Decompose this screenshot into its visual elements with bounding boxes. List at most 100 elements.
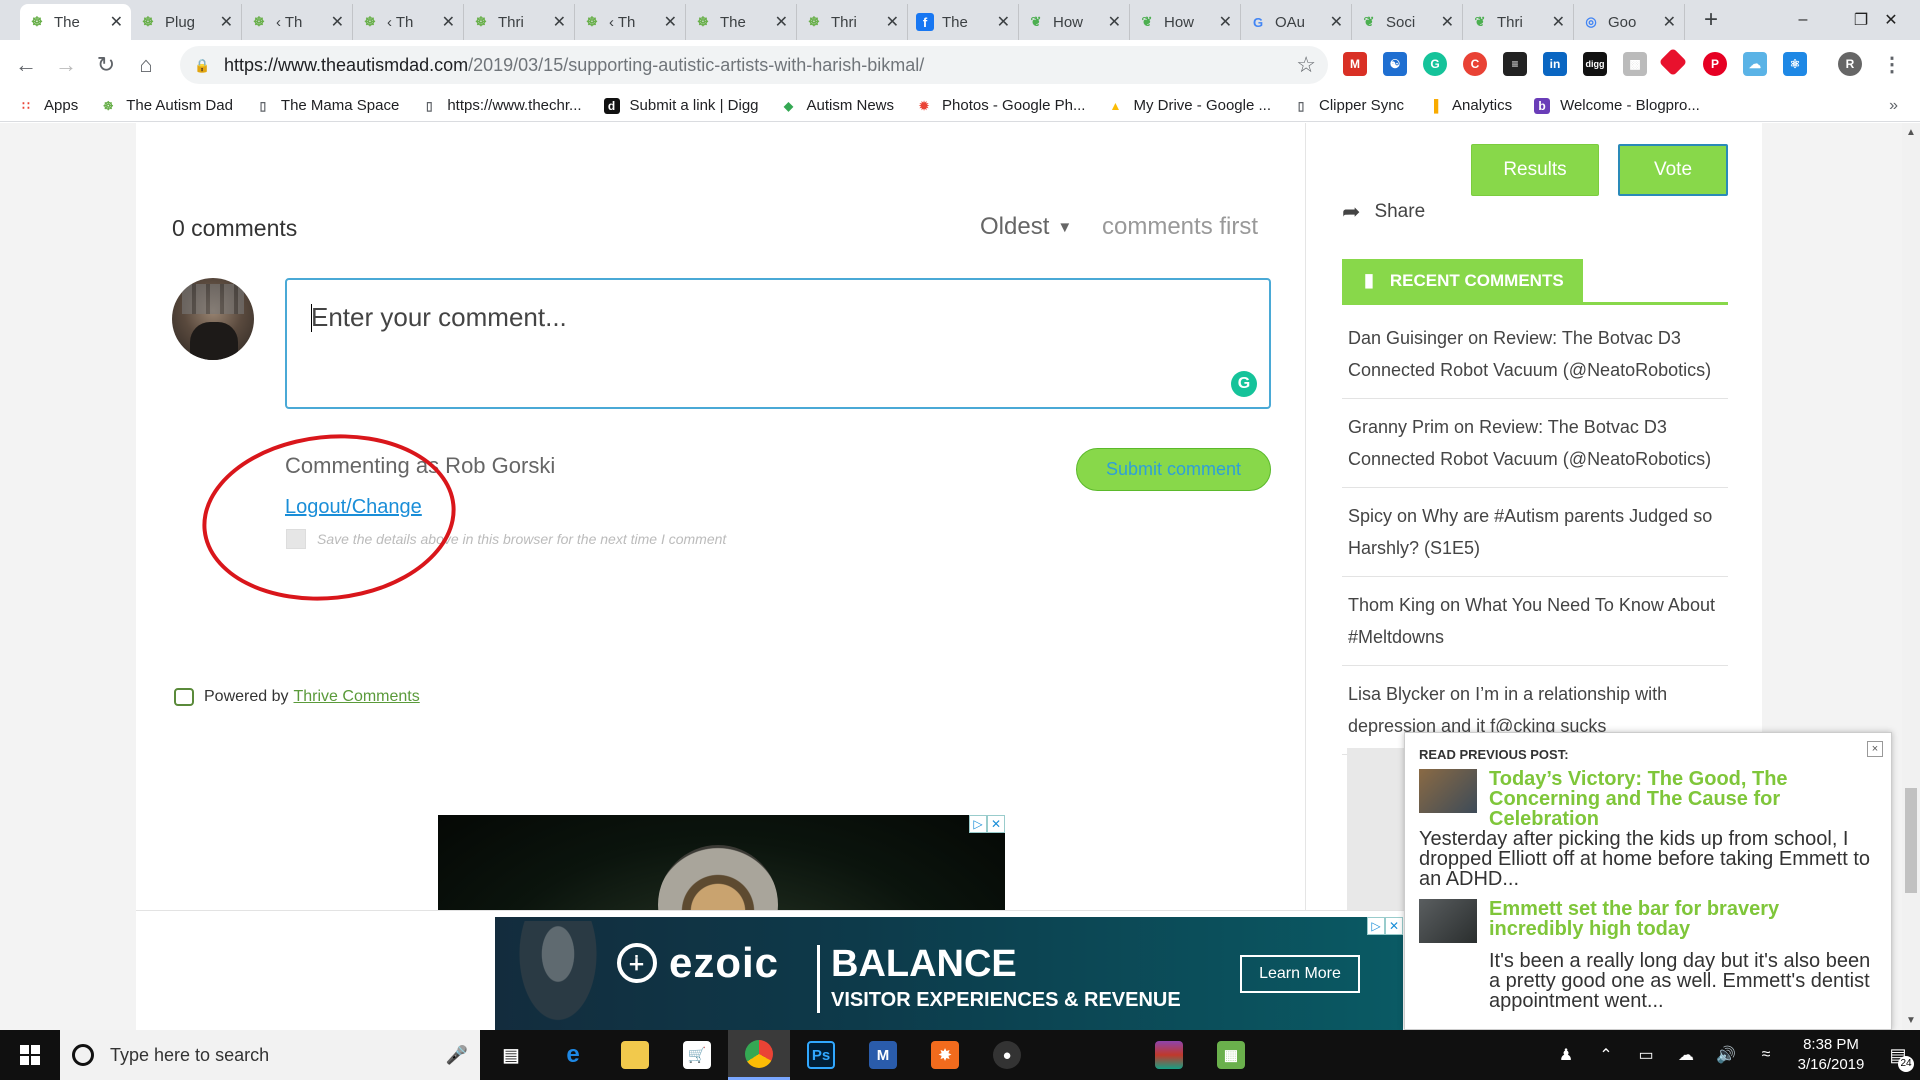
reload-button[interactable]: ↻ bbox=[86, 45, 126, 85]
prev-post-headline[interactable]: Today’s Victory: The Good, The Concernin… bbox=[1489, 769, 1869, 829]
tab-close-icon[interactable]: ✕ bbox=[1330, 12, 1343, 32]
browser-tab[interactable]: ❦ Thri ✕ bbox=[1463, 4, 1574, 40]
browser-tab[interactable]: ◎ Goo ✕ bbox=[1574, 4, 1685, 40]
buffer-extension-icon[interactable]: ≡ bbox=[1503, 52, 1527, 76]
scroll-down-icon[interactable]: ▼ bbox=[1906, 1015, 1916, 1026]
digg-extension-icon[interactable]: digg bbox=[1583, 52, 1607, 76]
adchoices-icon[interactable]: ▷ bbox=[969, 815, 987, 833]
pinterest-extension-icon[interactable]: P bbox=[1703, 52, 1727, 76]
taskbar-clock[interactable]: 8:38 PM 3/16/2019 bbox=[1786, 1035, 1876, 1075]
task-view-button[interactable]: ▤ bbox=[480, 1030, 542, 1080]
browser-tab[interactable]: ☸ ‹ Th ✕ bbox=[353, 4, 464, 40]
back-button[interactable]: ← bbox=[6, 45, 46, 85]
home-button[interactable]: ⌂ bbox=[126, 45, 166, 85]
profile-extension-icon[interactable]: ☯ bbox=[1383, 52, 1407, 76]
people-icon[interactable]: ♟ bbox=[1546, 1045, 1586, 1065]
onedrive-icon[interactable]: ☁ bbox=[1666, 1045, 1706, 1065]
scroll-thumb[interactable] bbox=[1905, 788, 1917, 893]
tab-close-icon[interactable]: ✕ bbox=[220, 12, 233, 32]
thrive-comments-link[interactable]: Thrive Comments bbox=[294, 688, 420, 706]
next-post-headline[interactable]: Emmett set the bar for bravery incredibl… bbox=[1489, 899, 1869, 939]
bookmark-item[interactable]: ✹ Photos - Google Ph... bbox=[916, 97, 1085, 114]
tab-close-icon[interactable]: ✕ bbox=[1441, 12, 1454, 32]
bookmark-item[interactable]: b Welcome - Blogpro... bbox=[1534, 97, 1700, 114]
evernote-extension-icon[interactable]: C bbox=[1463, 52, 1487, 76]
tab-close-icon[interactable]: ✕ bbox=[331, 12, 344, 32]
share-button[interactable]: ➦ Share bbox=[1342, 199, 1425, 225]
forward-button[interactable]: → bbox=[46, 45, 86, 85]
grammarly-icon[interactable]: G bbox=[1231, 371, 1257, 397]
ad-close-icon[interactable]: ✕ bbox=[987, 815, 1005, 833]
show-hidden-icons[interactable]: ⌃ bbox=[1586, 1045, 1626, 1065]
bookmark-item[interactable]: ▲ My Drive - Google ... bbox=[1107, 97, 1272, 114]
tab-close-icon[interactable]: ✕ bbox=[664, 12, 677, 32]
tab-close-icon[interactable]: ✕ bbox=[1219, 12, 1232, 32]
microphone-icon[interactable]: 🎤 bbox=[446, 1045, 468, 1066]
winrar-taskbar-button[interactable] bbox=[1138, 1030, 1200, 1080]
adchoices-badge[interactable]: ▷ ✕ bbox=[969, 815, 1005, 833]
bookmark-item[interactable]: ▯ The Mama Space bbox=[255, 97, 400, 114]
comment-input[interactable]: Enter your comment... G bbox=[285, 278, 1271, 409]
bookmarks-overflow[interactable]: » bbox=[1889, 97, 1898, 115]
browser-tab[interactable]: ☸ ‹ Th ✕ bbox=[575, 4, 686, 40]
profile-avatar-icon[interactable]: R bbox=[1838, 52, 1862, 76]
comment-author[interactable]: Granny Prim bbox=[1348, 417, 1449, 437]
app-m-taskbar-button[interactable]: M bbox=[852, 1030, 914, 1080]
explorer-taskbar-button[interactable] bbox=[604, 1030, 666, 1080]
tab-close-icon[interactable]: ✕ bbox=[1663, 12, 1676, 32]
results-button[interactable]: Results bbox=[1471, 144, 1599, 196]
page-scrollbar[interactable]: ▲ ▼ bbox=[1902, 123, 1920, 1030]
robot-extension-icon[interactable]: ⚛ bbox=[1783, 52, 1807, 76]
diamond-extension-icon[interactable] bbox=[1658, 47, 1688, 77]
browser-tab[interactable]: ☸ ‹ Th ✕ bbox=[242, 4, 353, 40]
browser-tab[interactable]: ☸ The ✕ bbox=[20, 4, 131, 40]
comment-author[interactable]: Lisa Blycker bbox=[1348, 684, 1445, 704]
ezoic-close-icon[interactable]: ✕ bbox=[1385, 917, 1403, 935]
popup-close-icon[interactable]: × bbox=[1867, 741, 1883, 757]
wifi-icon[interactable]: ≈ bbox=[1746, 1046, 1786, 1064]
linkedin-extension-icon[interactable]: in bbox=[1543, 52, 1567, 76]
browser-tab[interactable]: ☸ The ✕ bbox=[686, 4, 797, 40]
action-center-button[interactable]: ▤ 24 bbox=[1876, 1045, 1920, 1072]
browser-tab[interactable]: f The ✕ bbox=[908, 4, 1019, 40]
bookmark-item[interactable]: ☸ The Autism Dad bbox=[100, 97, 233, 114]
start-button[interactable] bbox=[0, 1030, 60, 1080]
obs-taskbar-button[interactable]: ● bbox=[976, 1030, 1038, 1080]
grammarly-extension-icon[interactable]: G bbox=[1423, 52, 1447, 76]
store-taskbar-button[interactable]: 🛒 bbox=[666, 1030, 728, 1080]
browser-tab[interactable]: G OAu ✕ bbox=[1241, 4, 1352, 40]
browser-tab[interactable]: ☸ Thri ✕ bbox=[797, 4, 908, 40]
edge-taskbar-button[interactable]: e bbox=[542, 1030, 604, 1080]
tab-close-icon[interactable]: ✕ bbox=[886, 12, 899, 32]
orange-app-taskbar-button[interactable]: ✸ bbox=[914, 1030, 976, 1080]
close-window-button[interactable]: ✕ bbox=[1862, 0, 1920, 40]
tab-close-icon[interactable]: ✕ bbox=[110, 12, 123, 32]
volume-icon[interactable]: 🔊 bbox=[1706, 1045, 1746, 1065]
sort-dropdown[interactable]: Oldest ▼ bbox=[980, 213, 1072, 241]
browser-tab[interactable]: ☸ Plug ✕ bbox=[131, 4, 242, 40]
new-tab-button[interactable]: + bbox=[1697, 6, 1725, 34]
ezoic-banner-ad[interactable]: ∔ ezoic BALANCE VISITOR EXPERIENCES & RE… bbox=[495, 917, 1403, 1030]
ezoic-adchoices[interactable]: ▷ ✕ bbox=[1367, 917, 1403, 935]
taskbar-search[interactable]: Type here to search 🎤 bbox=[60, 1030, 480, 1080]
post-thumbnail[interactable] bbox=[1419, 769, 1477, 813]
image-app-taskbar-button[interactable]: ▦ bbox=[1200, 1030, 1262, 1080]
bookmark-item[interactable]: ∷ Apps bbox=[18, 97, 78, 114]
tab-close-icon[interactable]: ✕ bbox=[553, 12, 566, 32]
bookmark-item[interactable]: ▯ Clipper Sync bbox=[1293, 97, 1404, 114]
learn-more-button[interactable]: Learn More bbox=[1240, 955, 1360, 993]
photoshop-taskbar-button[interactable]: Ps bbox=[790, 1030, 852, 1080]
comment-author[interactable]: Spicy bbox=[1348, 506, 1392, 526]
blue-extension-icon[interactable]: ☁ bbox=[1743, 52, 1767, 76]
scroll-up-icon[interactable]: ▲ bbox=[1906, 127, 1916, 138]
comment-author[interactable]: Thom King bbox=[1348, 595, 1435, 615]
chrome-taskbar-button[interactable] bbox=[728, 1030, 790, 1080]
minimize-button[interactable]: – bbox=[1774, 0, 1832, 40]
tab-close-icon[interactable]: ✕ bbox=[1552, 12, 1565, 32]
tab-close-icon[interactable]: ✕ bbox=[442, 12, 455, 32]
menu-kebab-icon[interactable]: ⋮ bbox=[1880, 52, 1904, 76]
post-thumbnail[interactable] bbox=[1419, 899, 1477, 943]
vote-button[interactable]: Vote bbox=[1618, 144, 1728, 196]
bookmark-item[interactable]: ▯ https://www.thechr... bbox=[421, 97, 582, 114]
tab-close-icon[interactable]: ✕ bbox=[997, 12, 1010, 32]
